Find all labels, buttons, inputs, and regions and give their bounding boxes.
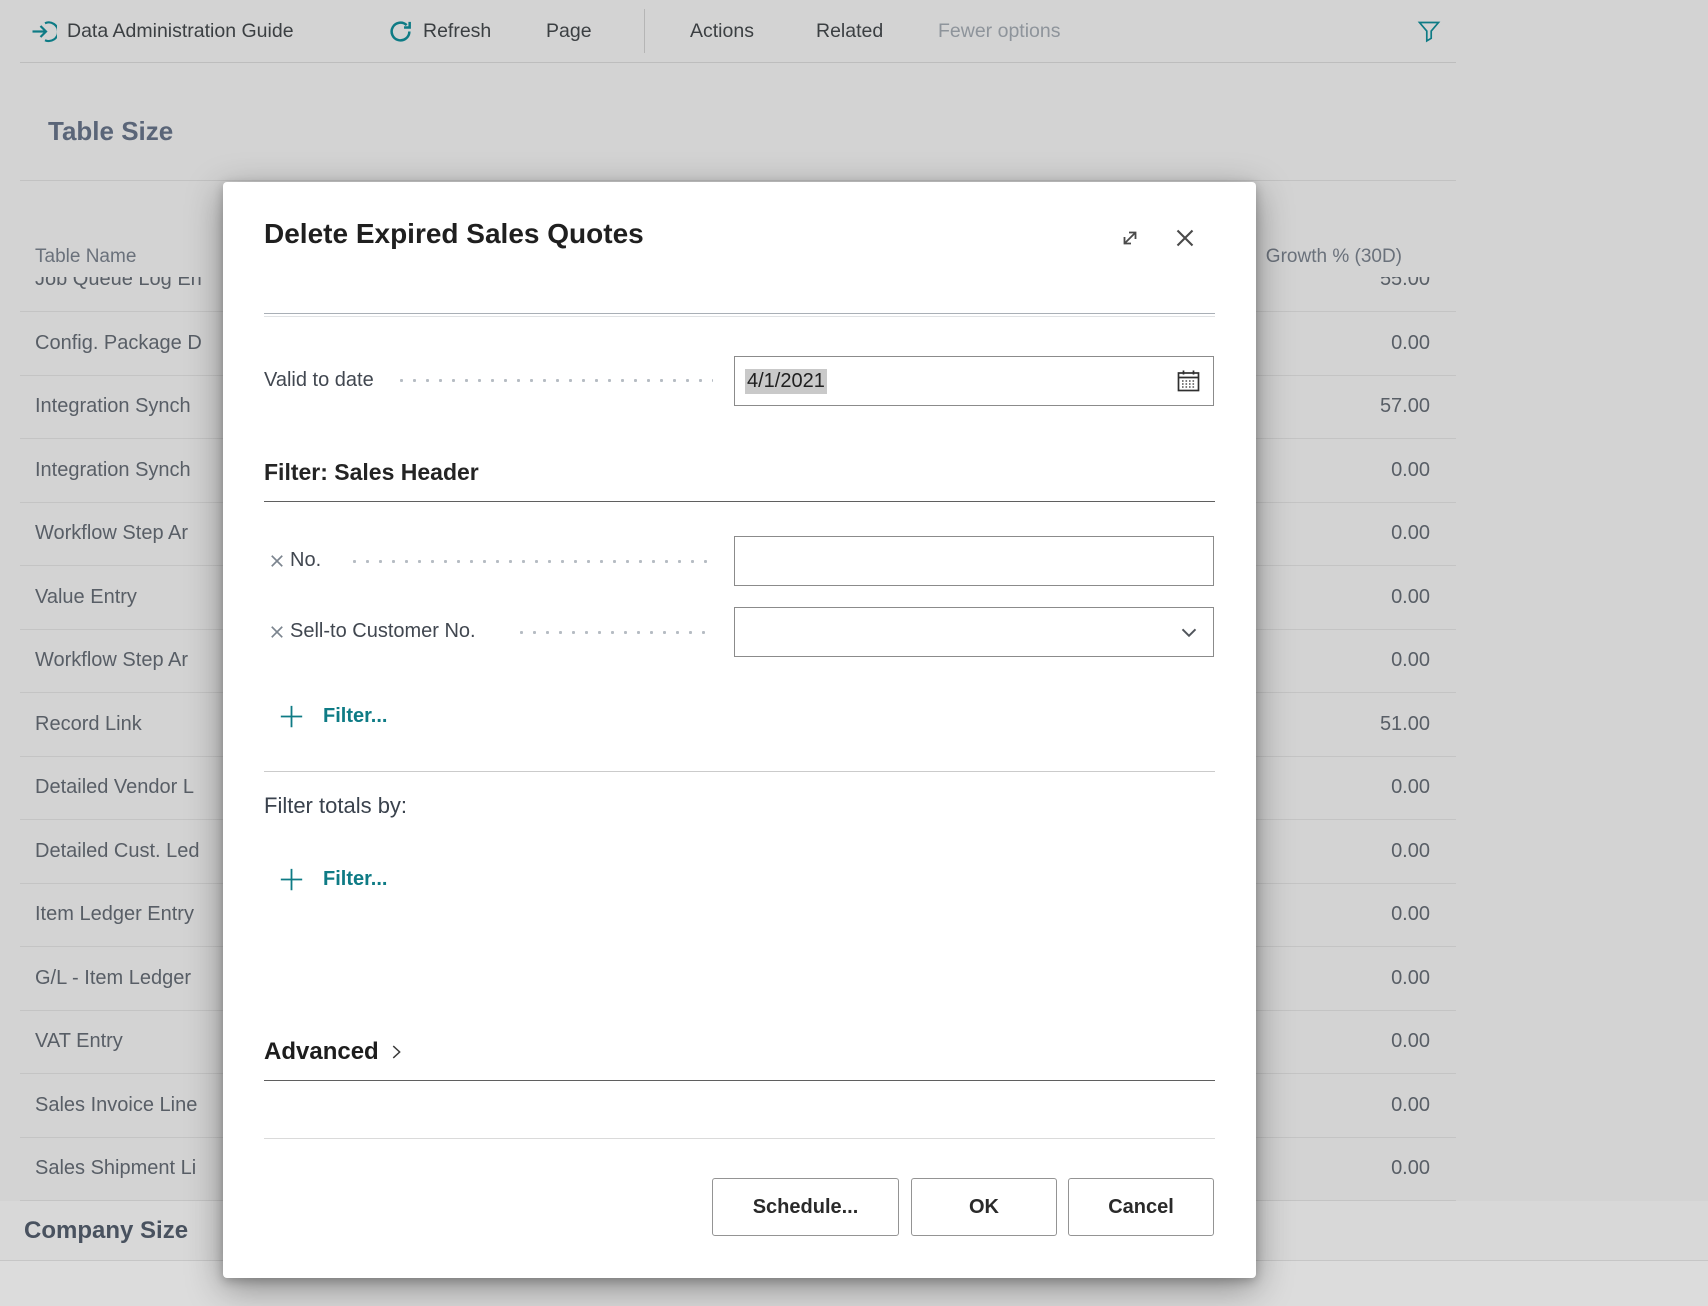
calendar-icon[interactable] <box>1175 368 1202 395</box>
company-size-heading: Company Size <box>24 1217 188 1245</box>
remove-filter-x-icon[interactable] <box>270 625 284 639</box>
add-filter-link[interactable]: Filter... <box>278 703 387 730</box>
growth-percent-cell: 0.00 <box>1391 522 1430 545</box>
table-name-cell: Workflow Step Ar <box>35 649 188 672</box>
growth-percent-cell: 0.00 <box>1391 840 1430 863</box>
valid-to-date-value: 4/1/2021 <box>745 369 827 394</box>
sell-to-customer-no-label: Sell-to Customer No. <box>290 620 476 643</box>
dialog-title: Delete Expired Sales Quotes <box>264 218 644 250</box>
group-heading-rule <box>264 1080 1215 1081</box>
add-totals-filter-link[interactable]: Filter... <box>278 866 387 893</box>
valid-to-date-input[interactable]: 4/1/2021 <box>734 356 1214 406</box>
chevron-right-icon <box>385 1041 407 1063</box>
footer-divider <box>264 1138 1215 1139</box>
growth-percent-cell: 0.00 <box>1391 903 1430 926</box>
filter-totals-by-heading: Filter totals by: <box>264 793 407 819</box>
table-name-cell: Value Entry <box>35 586 137 609</box>
delete-expired-sales-quotes-dialog: Delete Expired Sales Quotes Valid to dat… <box>223 182 1256 1278</box>
table-name-cell: Workflow Step Ar <box>35 522 188 545</box>
chevron-down-icon[interactable] <box>1176 619 1202 645</box>
growth-percent-cell: 57.00 <box>1380 395 1430 418</box>
growth-percent-cell: 51.00 <box>1380 713 1430 736</box>
plus-icon <box>278 703 305 730</box>
table-name-cell: Detailed Vendor L <box>35 776 194 799</box>
expand-diagonal-icon[interactable] <box>1116 224 1144 252</box>
dotted-leader <box>515 631 713 634</box>
table-name-cell: Sales Shipment Li <box>35 1157 196 1180</box>
table-name-cell: G/L - Item Ledger <box>35 967 191 990</box>
plus-icon <box>278 866 305 893</box>
table-name-cell: Integration Synch <box>35 395 191 418</box>
growth-percent-cell: 0.00 <box>1391 1094 1430 1117</box>
table-name-cell: VAT Entry <box>35 1030 123 1053</box>
table-name-cell: Integration Synch <box>35 459 191 482</box>
growth-percent-cell: 0.00 <box>1391 649 1430 672</box>
table-name-cell: Detailed Cust. Led <box>35 840 200 863</box>
title-separator-shadow <box>264 316 1215 317</box>
cancel-button[interactable]: Cancel <box>1068 1178 1214 1236</box>
table-name-cell: Item Ledger Entry <box>35 903 194 926</box>
title-separator <box>264 313 1215 314</box>
column-header-table-name[interactable]: Table Name <box>35 246 136 268</box>
dotted-leader <box>395 379 713 382</box>
close-icon[interactable] <box>1171 224 1199 252</box>
filter-sales-header-heading: Filter: Sales Header <box>264 459 479 486</box>
advanced-label: Advanced <box>264 1038 379 1066</box>
section-divider <box>264 771 1215 772</box>
add-filter-label: Filter... <box>323 705 387 728</box>
growth-percent-cell: 0.00 <box>1391 459 1430 482</box>
growth-percent-cell: 0.00 <box>1391 1157 1430 1180</box>
growth-percent-cell: 0.00 <box>1391 586 1430 609</box>
business-central-screen: Data Administration Guide Refresh Page A… <box>0 0 1708 1306</box>
schedule-button[interactable]: Schedule... <box>712 1178 899 1236</box>
table-name-cell: Sales Invoice Line <box>35 1094 197 1117</box>
group-heading-rule <box>264 501 1215 502</box>
column-header-growth[interactable]: Growth % (30D) <box>1266 246 1402 268</box>
no-filter-label: No. <box>290 549 321 572</box>
growth-percent-cell: 0.00 <box>1391 967 1430 990</box>
advanced-toggle[interactable]: Advanced <box>264 1038 407 1066</box>
table-name-cell: Record Link <box>35 713 142 736</box>
sell-to-customer-no-input[interactable] <box>734 607 1214 657</box>
remove-filter-x-icon[interactable] <box>270 554 284 568</box>
growth-percent-cell: 0.00 <box>1391 332 1430 355</box>
valid-to-date-label: Valid to date <box>264 369 374 392</box>
ok-button[interactable]: OK <box>911 1178 1057 1236</box>
dotted-leader <box>348 560 713 563</box>
growth-percent-cell: 0.00 <box>1391 1030 1430 1053</box>
no-filter-input[interactable] <box>734 536 1214 586</box>
table-name-cell: Config. Package D <box>35 332 202 355</box>
add-filter-label: Filter... <box>323 868 387 891</box>
growth-percent-cell: 0.00 <box>1391 776 1430 799</box>
